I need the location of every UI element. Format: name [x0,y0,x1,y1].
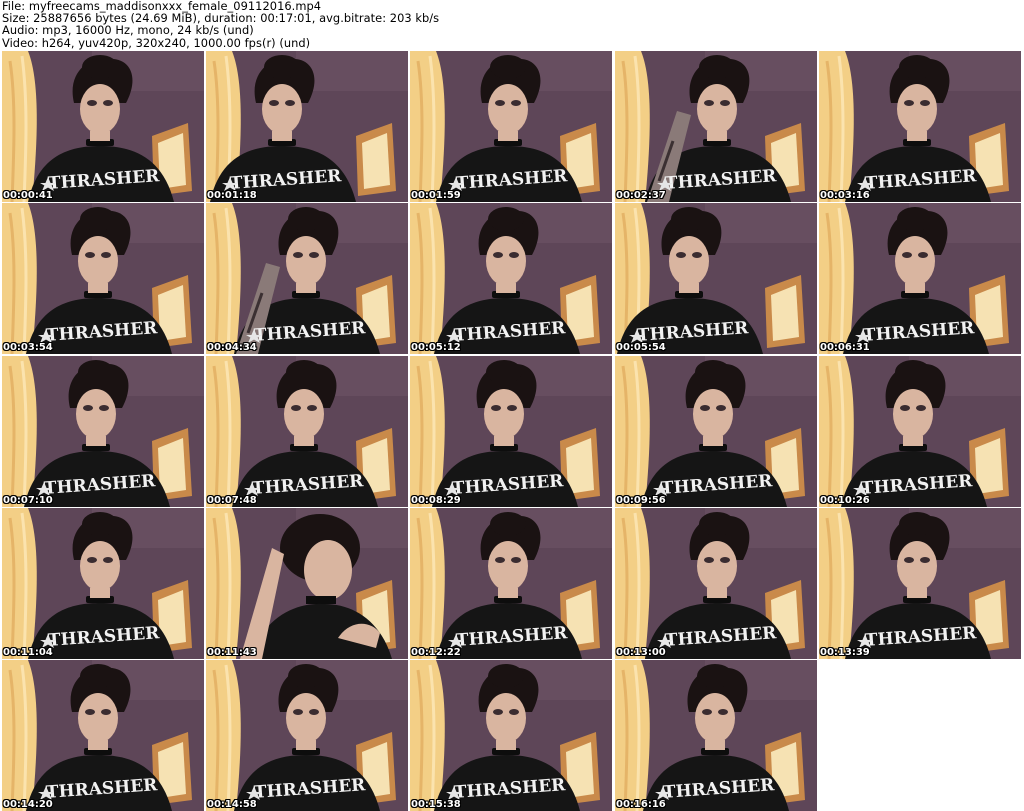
thumbnail-timestamp: 00:06:31 [820,342,870,353]
webcam-frame-image: THRASHER [206,660,408,811]
webcam-frame-image: THRASHER [410,508,612,659]
webcam-frame-image: THRASHER [2,51,204,202]
thumbnail-timestamp: 00:02:37 [616,190,666,201]
thumbnail-timestamp: 00:05:54 [616,342,666,353]
thumbnail-grid: THRASHER 00:00:41 THRASHER 00:01:18 THRASHER… [2,51,1022,811]
webcam-frame-image: THRASHER [2,660,204,811]
webcam-frame-image: THRASHER [206,51,408,202]
video-thumbnail: 00:11:43 [206,508,408,659]
video-thumbnail: THRASHER 00:07:10 [2,356,204,507]
thumbnail-timestamp: 00:15:38 [411,799,461,810]
video-thumbnail: THRASHER 00:14:20 [2,660,204,811]
video-thumbnail: THRASHER 00:14:58 [206,660,408,811]
video-thumbnail: THRASHER 00:01:18 [206,51,408,202]
thumbnail-timestamp: 00:03:16 [820,190,870,201]
thumbnail-timestamp: 00:04:34 [207,342,257,353]
webcam-frame-image: THRASHER [615,203,817,354]
thumbnail-timestamp: 00:03:54 [3,342,53,353]
video-thumbnail: THRASHER 00:04:34 [206,203,408,354]
thumbnail-timestamp: 00:07:10 [3,495,53,506]
video-thumbnail: THRASHER 00:10:26 [819,356,1021,507]
thumbnail-timestamp: 00:16:16 [616,799,666,810]
webcam-frame-image: THRASHER [410,660,612,811]
webcam-frame-image: THRASHER [615,660,817,811]
video-thumbnail: THRASHER 00:13:39 [819,508,1021,659]
audio-info-line: Audio: mp3, 16000 Hz, mono, 24 kb/s (und… [2,23,254,38]
thumbnail-timestamp: 00:07:48 [207,495,257,506]
video-thumbnail: THRASHER 00:05:12 [410,203,612,354]
thumbnail-timestamp: 00:10:26 [820,495,870,506]
thumbnail-timestamp: 00:09:56 [616,495,666,506]
webcam-frame-image: THRASHER [615,508,817,659]
thumbnail-timestamp: 00:11:04 [3,647,53,658]
webcam-frame-image: THRASHER [615,51,817,202]
thumbnail-timestamp: 00:13:39 [820,647,870,658]
thumbnail-timestamp: 00:01:59 [411,190,461,201]
webcam-frame-image [206,508,408,659]
webcam-frame-image: THRASHER [2,203,204,354]
video-thumbnail: THRASHER 00:05:54 [615,203,817,354]
webcam-frame-image: THRASHER [410,51,612,202]
webcam-frame-image: THRASHER [819,51,1021,202]
webcam-frame-image: THRASHER [819,508,1021,659]
video-info-line: Video: h264, yuv420p, 320x240, 1000.00 f… [2,35,311,50]
video-thumbnail: THRASHER 00:01:59 [410,51,612,202]
file-info-header: File: myfreecams_maddisonxxx_female_0911… [2,0,1022,50]
thumbnail-timestamp: 00:14:20 [3,799,53,810]
thumbnail-timestamp: 00:00:41 [3,190,53,201]
video-thumbnail: THRASHER 00:16:16 [615,660,817,811]
video-thumbnail: THRASHER 00:08:29 [410,356,612,507]
video-thumbnail: THRASHER 00:15:38 [410,660,612,811]
thumbnail-timestamp: 00:13:00 [616,647,666,658]
thumbnail-timestamp: 00:08:29 [411,495,461,506]
video-thumbnail: THRASHER 00:07:48 [206,356,408,507]
video-thumbnail: THRASHER 00:11:04 [2,508,204,659]
video-thumbnail: THRASHER 00:13:00 [615,508,817,659]
webcam-frame-image: THRASHER [410,203,612,354]
webcam-frame-image: THRASHER [2,356,204,507]
thumbnail-timestamp: 00:05:12 [411,342,461,353]
webcam-frame-image: THRASHER [819,356,1021,507]
webcam-frame-image: THRASHER [2,508,204,659]
thumbnail-timestamp: 00:14:58 [207,799,257,810]
video-thumbnail: THRASHER 00:12:22 [410,508,612,659]
video-thumbnail: THRASHER 00:09:56 [615,356,817,507]
video-thumbnail: THRASHER 00:00:41 [2,51,204,202]
video-thumbnail: THRASHER 00:06:31 [819,203,1021,354]
thumbnail-timestamp: 00:11:43 [207,647,257,658]
webcam-frame-image: THRASHER [206,356,408,507]
webcam-frame-image: THRASHER [615,356,817,507]
webcam-frame-image: THRASHER [410,356,612,507]
video-thumbnail: THRASHER 00:02:37 [615,51,817,202]
thumbnail-timestamp: 00:12:22 [411,647,461,658]
thumbnail-timestamp: 00:01:18 [207,190,257,201]
webcam-frame-image: THRASHER [819,203,1021,354]
webcam-frame-image: THRASHER [206,203,408,354]
video-thumbnail: THRASHER 00:03:16 [819,51,1021,202]
video-thumbnail: THRASHER 00:03:54 [2,203,204,354]
